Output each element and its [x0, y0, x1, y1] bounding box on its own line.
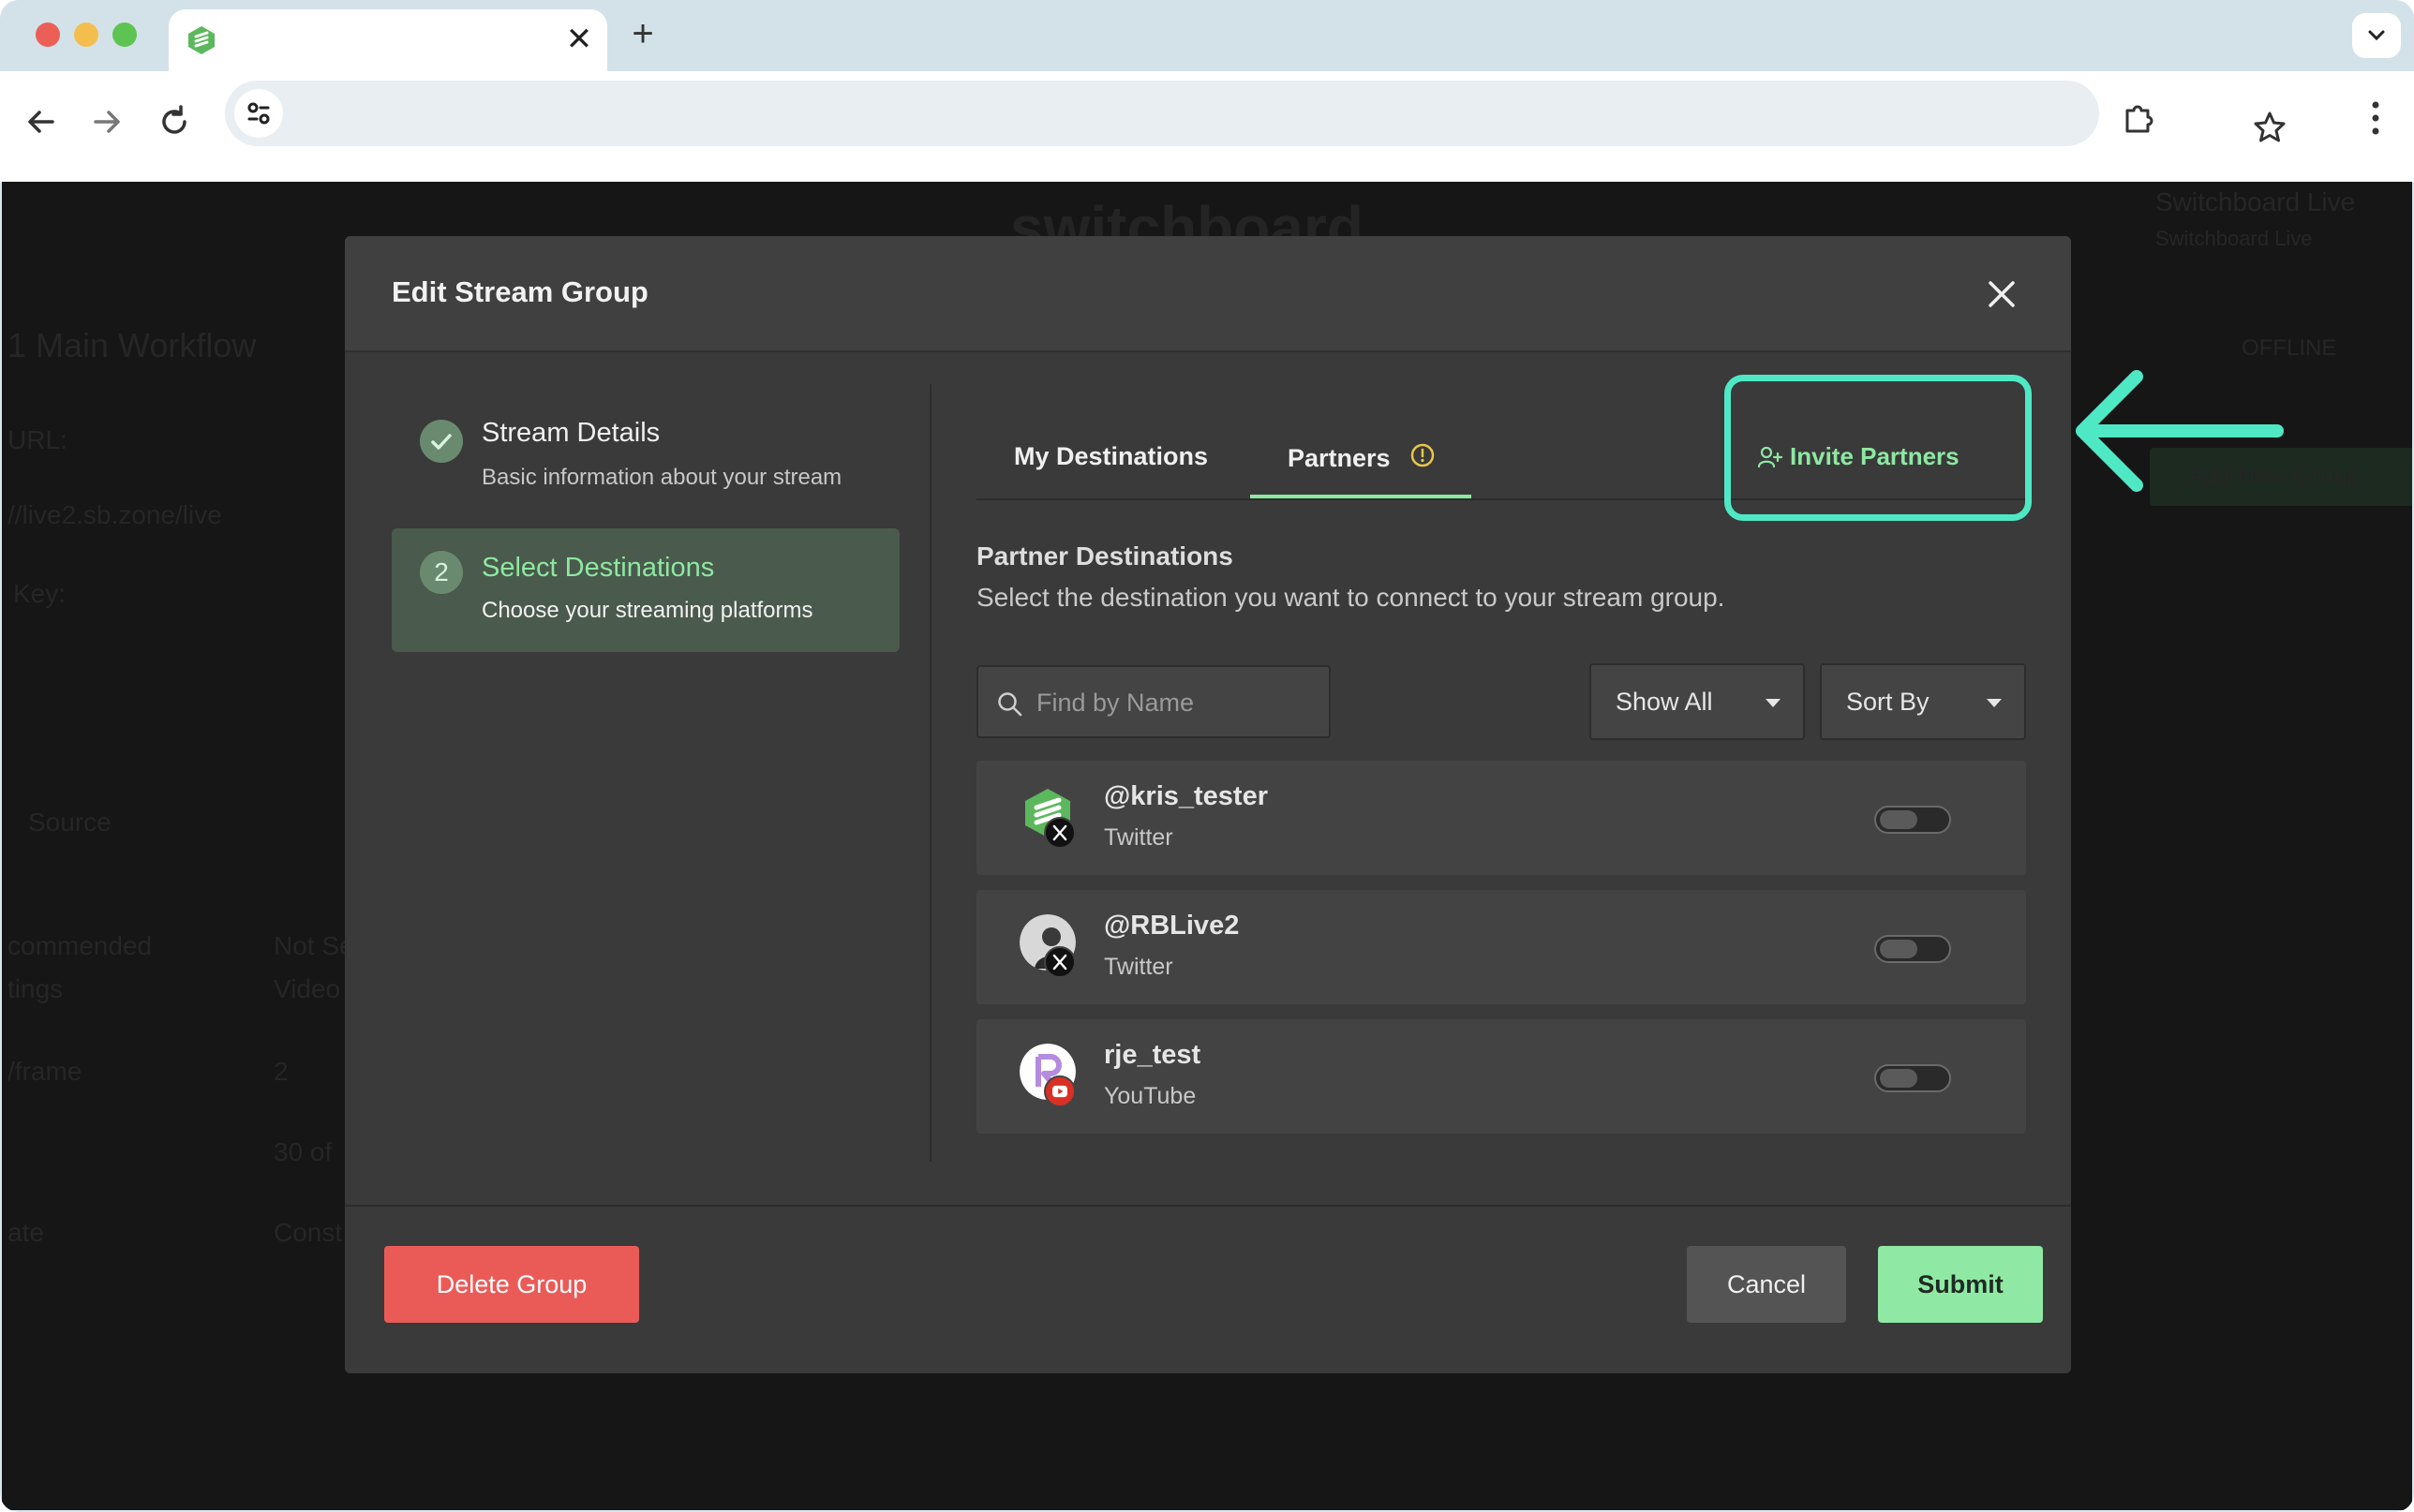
- step-number-badge: 2: [420, 551, 463, 594]
- section-subtitle: Select the destination you want to conne…: [976, 583, 1725, 612]
- page-backdrop: switchboard Switchboard Live Switchboard…: [2, 182, 2412, 1510]
- vertical-divider: [930, 384, 931, 1162]
- extensions-puzzle-icon[interactable]: [2120, 97, 2159, 137]
- source-tab: Source: [28, 808, 112, 837]
- tab-label: Partners: [1288, 444, 1391, 472]
- col1-value: Not Se: [274, 931, 354, 960]
- col2-value: Video: [274, 974, 341, 1003]
- maximize-window-button[interactable]: [112, 22, 137, 47]
- new-tab-button[interactable]: +: [624, 15, 662, 52]
- warning-icon: [1410, 443, 1435, 467]
- minimize-window-button[interactable]: [74, 22, 98, 47]
- close-window-button[interactable]: [36, 22, 60, 47]
- toggle-knob: [1880, 940, 1917, 958]
- delete-group-button[interactable]: Delete Group: [384, 1246, 639, 1323]
- key-label: Key:: [13, 579, 67, 608]
- step-subtitle: Basic information about your stream: [482, 465, 842, 490]
- step-select-destinations[interactable]: 2 Select Destinations Choose your stream…: [392, 528, 900, 652]
- step-stream-details[interactable]: Stream Details Basic information about y…: [392, 393, 900, 517]
- tab-partners[interactable]: Partners: [1250, 414, 1471, 498]
- destination-toggle[interactable]: [1874, 1064, 1951, 1092]
- reload-icon[interactable]: [152, 99, 197, 144]
- browser-tab[interactable]: ✕: [169, 9, 607, 71]
- account-name: Switchboard Live: [2155, 187, 2356, 216]
- url-label: URL:: [7, 425, 67, 454]
- destination-name: @RBLive2: [1104, 911, 1240, 941]
- destination-row: rje_test YouTube: [976, 1019, 2026, 1134]
- switchboard-favicon-icon: [188, 26, 215, 54]
- step-title: Stream Details: [482, 418, 661, 448]
- filter-select-value: Show All: [1616, 688, 1713, 716]
- x-twitter-icon: [1044, 817, 1076, 849]
- sort-select-value: Sort By: [1846, 688, 1930, 716]
- submit-button[interactable]: Submit: [1878, 1246, 2043, 1323]
- tab-my-destinations[interactable]: My Destinations: [1014, 414, 1229, 498]
- modal-header: Edit Stream Group: [345, 236, 2071, 352]
- more-menu-icon[interactable]: [2362, 97, 2390, 139]
- destination-name: rje_test: [1104, 1040, 1201, 1070]
- tab-bar: ✕ +: [0, 0, 2414, 71]
- status-badge: OFFLINE: [2242, 335, 2337, 361]
- step-subtitle: Choose your streaming platforms: [482, 598, 813, 623]
- destination-row: @RBLive2 Twitter: [976, 890, 2026, 1004]
- url-value: //live2.sb.zone/live: [7, 500, 222, 529]
- account-sub: Switchboard Live: [2155, 227, 2313, 250]
- frame-label: /frame: [7, 1057, 82, 1086]
- x-twitter-icon: [1044, 946, 1076, 978]
- destination-toggle[interactable]: [1874, 935, 1951, 963]
- search-box: [976, 665, 1331, 738]
- cancel-button[interactable]: Cancel: [1687, 1246, 1846, 1323]
- tune-icon: [247, 102, 270, 125]
- filter-select[interactable]: Show All: [1589, 663, 1805, 740]
- rate-label: ate: [7, 1218, 44, 1247]
- modal-title: Edit Stream Group: [392, 275, 648, 308]
- forward-arrow-icon[interactable]: [84, 99, 129, 144]
- destination-platform: YouTube: [1104, 1083, 1197, 1109]
- toggle-knob: [1880, 1069, 1917, 1088]
- tab-close-icon[interactable]: ✕: [562, 22, 596, 56]
- address-bar[interactable]: [225, 81, 2286, 146]
- modal-footer: Delete Group Cancel Submit: [345, 1205, 2071, 1373]
- tab-search-button[interactable]: [2352, 13, 2401, 58]
- caret-down-icon: [1766, 699, 1781, 707]
- browser-toolbar: [0, 71, 2414, 182]
- fps-value: 30 of: [274, 1137, 333, 1166]
- destination-name: @kris_tester: [1104, 781, 1268, 811]
- search-input[interactable]: [1036, 684, 1318, 721]
- step-title: Select Destinations: [482, 553, 715, 583]
- browser-window: ✕ + switchboard Switchboard Live Switchb…: [0, 0, 2414, 1512]
- caret-down-icon: [1987, 699, 2002, 707]
- youtube-icon: [1044, 1075, 1076, 1107]
- section-title: Partner Destinations: [976, 541, 1233, 571]
- frame-value: 2: [274, 1057, 289, 1086]
- rate-value: Const: [274, 1218, 343, 1247]
- check-circle-icon: [420, 420, 463, 463]
- destination-toggle[interactable]: [1874, 806, 1951, 834]
- bookmark-star-icon[interactable]: [2251, 109, 2288, 146]
- pointer-arrow-icon: [2076, 370, 2284, 492]
- site-info-button[interactable]: [234, 89, 283, 138]
- workflow-title: 1 Main Workflow: [7, 326, 257, 364]
- highlight-box: [1724, 375, 2032, 521]
- sort-select[interactable]: Sort By: [1820, 663, 2026, 740]
- chevron-down-icon: [2368, 30, 2385, 41]
- toggle-knob: [1880, 810, 1917, 829]
- search-icon: [998, 692, 1022, 717]
- tab-label: My Destinations: [1014, 442, 1209, 470]
- close-icon[interactable]: [1981, 274, 2022, 315]
- destination-platform: Twitter: [1104, 824, 1173, 851]
- recommended-label: commended: [7, 931, 153, 960]
- back-arrow-icon[interactable]: [19, 99, 64, 144]
- settings-label: tings: [7, 974, 64, 1003]
- destination-row: @kris_tester Twitter: [976, 761, 2026, 875]
- destination-platform: Twitter: [1104, 954, 1173, 980]
